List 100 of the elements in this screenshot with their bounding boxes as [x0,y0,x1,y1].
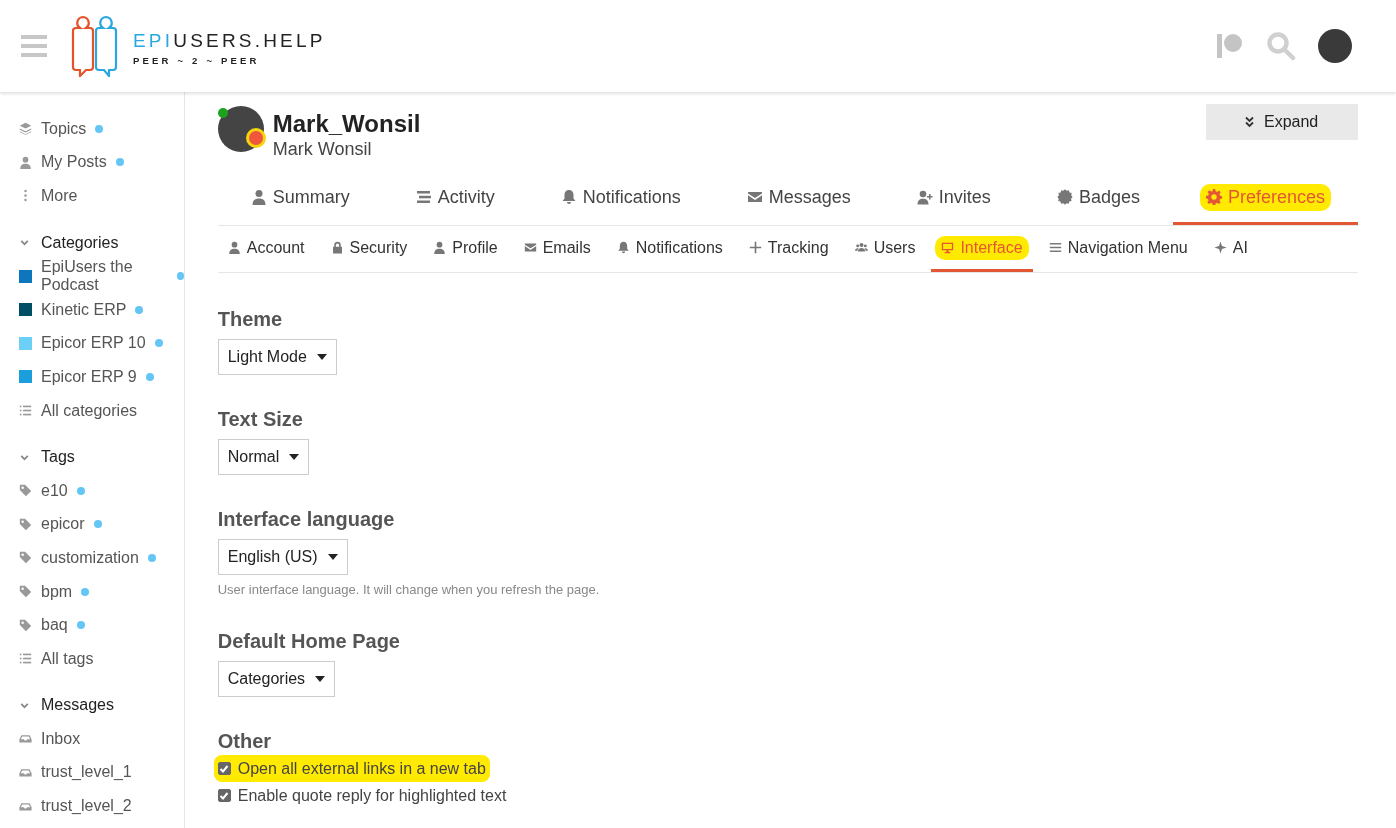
layers-icon [19,122,32,136]
tab[interactable]: Notifications [527,172,714,225]
setting-heading: Text Size [217,408,304,431]
tab[interactable]: Emails [513,226,601,272]
setting-heading: Other [217,730,273,753]
setting-heading: Interface language [217,508,396,531]
sidebar-link-label: bpm [41,582,73,601]
dropdown[interactable]: Light Mode [217,339,337,375]
setting-heading: Default Home Page [217,630,401,653]
site-name[interactable]: EPI USERS.HELP [133,30,326,52]
envelope-icon [523,241,537,254]
section-header[interactable]: Categories [0,225,184,260]
section-header[interactable]: Tags [0,440,184,474]
dropdown[interactable]: English (US) [217,539,348,575]
tab[interactable]: Users [844,226,926,272]
tab[interactable]: Tracking [738,226,839,272]
user-plus-icon [916,189,933,205]
inbox-icon [19,766,32,779]
username: Mark_Wonsil [272,110,421,138]
user-icon [433,241,447,254]
sidebar-link[interactable]: trust_level_1 [0,755,184,790]
caret-icon [327,554,338,560]
site-tagline: PEER ~ 2 ~ PEER [133,55,261,66]
sidebar-link[interactable]: All categories [0,393,184,428]
checkbox[interactable] [217,762,231,775]
tab[interactable]: Notifications [606,226,733,272]
caret-icon [315,676,326,682]
sidebar-link[interactable]: EpiUsers the Podcast [0,259,184,293]
sidebar-link[interactable]: My Posts [0,145,184,180]
sidebar-link[interactable]: Epicor ERP 9 [0,360,184,394]
sidebar-link-label: EpiUsers the Podcast [41,258,134,295]
tab[interactable]: Invites [883,172,1024,225]
sidebar-link-label: trust_level_1 [41,763,132,782]
tab[interactable]: Profile [423,226,508,272]
tab[interactable]: Messages [713,172,884,225]
sidebar-link-label: All tags [41,649,94,668]
dropdown[interactable]: Normal [217,439,310,475]
tab[interactable]: Summary [217,172,383,225]
sidebar-link[interactable]: More [0,179,184,213]
monitor-icon [941,241,955,254]
lock-icon [330,241,344,254]
tag-icon [19,585,32,598]
help-text: User interface language. It will change when you refresh the page. [217,582,601,597]
sidebar-link-label: baq [41,616,68,635]
sidebar-link[interactable]: epicor [0,507,184,542]
tab[interactable]: Security [320,226,418,272]
sidebar-link[interactable]: e10 [0,473,184,508]
sidebar-link[interactable]: Kinetic ERP [0,292,184,327]
user-avatar[interactable] [1318,29,1352,63]
user-icon [19,155,32,169]
plus-icon [748,241,762,254]
sidebar-link-label: All categories [41,401,138,420]
sidebar-link[interactable]: baq [0,608,184,642]
sidebar-link[interactable]: Topics [0,112,184,146]
checkbox-option[interactable]: Enable quote reply for highlighted text [213,782,511,809]
caret-icon [289,454,300,460]
sparkle-icon [1213,241,1227,254]
tag-icon [19,484,32,498]
users-icon [854,241,868,254]
list-icon [19,404,32,418]
sidebar-link[interactable]: trust_level_2 [0,789,184,823]
tab[interactable]: Navigation Menu [1038,226,1198,272]
sidebar-link-label: Epicor ERP 9 [41,367,137,386]
sidebar-link[interactable]: bpm [0,574,184,609]
sidebar-link[interactable]: customization [0,541,184,575]
full-name: Mark Wonsil [272,138,373,160]
sidebar-link[interactable]: Epicor ERP 10 [0,326,184,361]
bell-icon [616,241,630,254]
tab[interactable]: Account [217,226,315,272]
sidebar-link-label: Inbox [41,729,81,748]
tab[interactable]: Badges [1023,172,1173,225]
sidebar-link[interactable]: All tags [0,641,184,676]
sidebar-link-label: trust_level_2 [41,797,132,816]
gear-icon [1205,189,1222,205]
tag-icon [19,618,32,632]
sidebar-link-label: e10 [41,481,68,500]
envelope-icon [746,189,763,205]
sidebar-link[interactable]: Inbox [0,722,184,756]
sidebar-link-label: My Posts [41,153,107,172]
sidebar-link-label: Topics [41,119,87,138]
user-icon [250,189,267,205]
user-icon [227,241,241,254]
tab[interactable]: Activity [382,172,528,225]
dropdown[interactable]: Categories [217,661,336,697]
sidebar-link-label: epicor [41,515,85,534]
section-header[interactable]: Messages [0,688,184,723]
stream-icon [415,189,432,205]
checkbox-option[interactable]: Open all external links in a new tab [213,755,490,782]
sidebar-link-label: Epicor ERP 10 [41,334,146,353]
menu-lines-icon [1048,241,1062,254]
tab[interactable]: AI [1203,226,1258,272]
bell-icon [560,189,577,205]
checkbox[interactable] [217,789,231,802]
sidebar-link-label: customization [41,548,139,567]
tag-icon [19,517,32,531]
sidebar-link-label: Kinetic ERP [41,300,127,319]
setting-heading: Theme [217,308,284,331]
inbox-icon [19,732,32,746]
badge-icon [1056,189,1073,205]
expand-button[interactable]: Expand [1206,104,1358,140]
